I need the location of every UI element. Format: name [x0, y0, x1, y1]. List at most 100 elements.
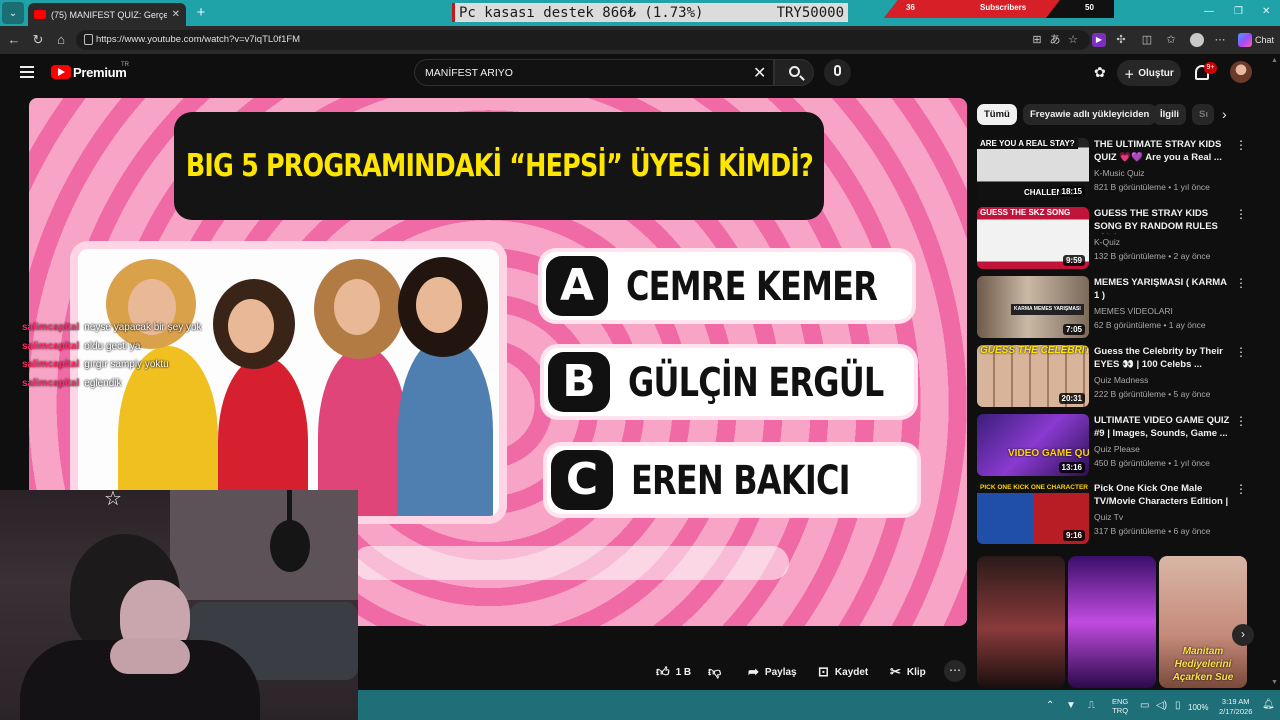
tray-usb-icon[interactable]: ⎍	[1088, 700, 1095, 711]
chat-username: salimcapital	[22, 359, 80, 370]
video-title[interactable]: Pick One Kick One Male TV/Movie Characte…	[1094, 482, 1232, 509]
recommended-video[interactable]: VIDEO GAME QUIZ 13:16 ULTIMATE VIDEO GAM…	[977, 414, 1247, 476]
video-title[interactable]: ULTIMATE VIDEO GAME QUIZ #9 | Images, So…	[1094, 414, 1232, 440]
channel-name[interactable]: K-Quiz	[1094, 237, 1120, 247]
save-button[interactable]: ⊡ Kaydet	[818, 661, 868, 683]
account-avatar[interactable]	[1230, 61, 1252, 83]
video-thumbnail[interactable]: GUESS THE CELEBRITY 20:31	[977, 345, 1089, 407]
channel-name[interactable]: MEMES VİDEOLARI	[1094, 306, 1173, 316]
recommended-video[interactable]: KARMA MEMES YARIŞMASI 7:05 MEMES YARIŞMA…	[977, 276, 1247, 338]
tab-close-icon[interactable]: ✕	[172, 9, 180, 20]
home-icon[interactable]: ⌂	[53, 32, 69, 48]
recommended-video[interactable]: GUESS THE CELEBRITY 20:31 Guess the Cele…	[977, 345, 1247, 407]
clear-search-icon[interactable]: ✕	[753, 63, 766, 83]
language-indicator[interactable]: ENG TRQ	[1112, 697, 1128, 715]
search-button[interactable]	[774, 59, 814, 86]
chat-message: salimcapital gırgır sampiy yoktu	[22, 359, 242, 378]
browser-menu-icon[interactable]: ⋯	[1213, 33, 1227, 47]
recommended-video[interactable]: PICK ONE KICK ONE CHARACTER 9:16 Pick On…	[977, 482, 1247, 544]
video-title[interactable]: GUESS THE STRAY KIDS SONG BY RANDOM RULE…	[1094, 207, 1232, 234]
voice-search-button[interactable]	[824, 59, 851, 86]
channel-name[interactable]: Quiz Tv	[1094, 512, 1123, 522]
recommended-video[interactable]: GUESS THE SKZ SONG 9:59 GUESS THE STRAY …	[977, 207, 1247, 269]
close-window-icon[interactable]: ✕	[1262, 6, 1270, 17]
video-thumbnail[interactable]: KARMA MEMES YARIŞMASI 7:05	[977, 276, 1089, 338]
video-thumbnail[interactable]: GUESS THE SKZ SONG 9:59	[977, 207, 1089, 269]
youtube-logo-icon[interactable]	[51, 65, 71, 79]
chip-all[interactable]: Tümü	[977, 104, 1017, 125]
chat-username: salimcapital	[22, 340, 80, 352]
video-title[interactable]: THE ULTIMATE STRAY KIDS QUIZ 💗💜 Are you …	[1094, 138, 1232, 164]
profile-icon[interactable]	[1190, 33, 1204, 47]
chevron-right-icon[interactable]: ›	[1222, 106, 1227, 122]
video-thumbnail[interactable]: ARE YOU A REAL STAY? CHALLENGE 18:15	[977, 138, 1089, 200]
app-install-icon[interactable]: ⊞	[1030, 33, 1044, 47]
shorts-next-icon[interactable]: ›	[1232, 624, 1254, 646]
create-button[interactable]: ＋ Oluştur	[1117, 60, 1181, 86]
favorite-star-icon[interactable]: ☆	[1066, 33, 1080, 47]
video-menu-icon[interactable]: ⋮	[1235, 276, 1247, 290]
video-duration: 13:16	[1058, 462, 1085, 473]
video-title[interactable]: MEMES YARIŞMASI ( KARMA 1 )	[1094, 276, 1232, 302]
translate-icon[interactable]: あ	[1048, 33, 1062, 47]
video-menu-icon[interactable]: ⋮	[1235, 414, 1247, 428]
thumbs-up-icon: 👍︎	[656, 664, 670, 679]
tray-notification-icon[interactable]: 🔔︎	[1262, 699, 1275, 710]
tray-app-icon[interactable]: ▼	[1066, 700, 1076, 711]
extension-icon[interactable]: ▶	[1092, 33, 1106, 47]
recommended-video[interactable]: ARE YOU A REAL STAY? CHALLENGE 18:15 THE…	[977, 138, 1247, 200]
url-field[interactable]: https://www.youtube.com/watch?v=v7iqTL0f…	[76, 30, 1090, 50]
minimize-icon[interactable]: —	[1204, 6, 1214, 17]
video-meta: 62 B görüntüleme • 1 ay önce	[1094, 320, 1206, 330]
youtube-brand[interactable]: Premium	[73, 65, 127, 80]
tab-actions-menu-icon[interactable]: ⌄	[2, 2, 24, 24]
scroll-up-arrow-icon[interactable]: ▲	[1271, 57, 1278, 64]
answer-option-b: B GÜLÇİN ERGÜL	[540, 344, 918, 420]
clip-button[interactable]: ✂ Klip	[890, 661, 926, 683]
back-icon[interactable]: ←	[6, 32, 22, 48]
video-menu-icon[interactable]: ⋮	[1235, 207, 1247, 221]
more-actions-icon[interactable]: ⋯	[944, 660, 966, 682]
chip-from-uploader[interactable]: Freyawie adlı yükleyiciden	[1023, 104, 1157, 125]
favorites-icon[interactable]: ✩	[1164, 33, 1178, 47]
channel-name[interactable]: K-Music Quiz	[1094, 168, 1145, 178]
short-thumbnail[interactable]	[977, 556, 1065, 688]
language-top: ENG	[1112, 697, 1129, 706]
channel-name[interactable]: Quiz Please	[1094, 444, 1140, 454]
new-tab-button[interactable]: +	[192, 4, 210, 21]
share-button[interactable]: ➦ Paylaş	[748, 661, 797, 683]
scroll-down-arrow-icon[interactable]: ▼	[1271, 679, 1278, 686]
menu-icon[interactable]	[20, 66, 34, 78]
copilot-chat-button[interactable]: Chat	[1238, 32, 1274, 48]
clock-time: 3:19 AM	[1221, 697, 1250, 706]
split-screen-icon[interactable]: ◫	[1140, 33, 1154, 47]
chip-related[interactable]: İlgili	[1153, 104, 1186, 125]
browser-tab-youtube[interactable]: (75) MANIFEST QUIZ: Gerçek Bir M ✕	[28, 3, 186, 26]
system-clock[interactable]: 3:19 AM 2/17/2026	[1219, 697, 1252, 717]
sparkle-star-icon: ☆	[104, 490, 122, 510]
video-menu-icon[interactable]: ⋮	[1235, 345, 1247, 359]
restore-icon[interactable]: ❐	[1234, 6, 1243, 17]
search-input[interactable]: MANİFEST ARIYO ✕	[414, 59, 774, 86]
share-arrow-icon: ➦	[748, 664, 759, 679]
dislike-button[interactable]: 👎︎	[708, 661, 721, 683]
tray-volume-icon[interactable]: ◁)	[1156, 700, 1167, 711]
shorts-shelf: Manitam Hediyelerini Açarken Sue	[977, 556, 1247, 688]
tray-chevron-up-icon[interactable]: ⌃	[1046, 700, 1054, 711]
video-thumbnail[interactable]: VIDEO GAME QUIZ 13:16	[977, 414, 1089, 476]
subscriber-goal-label: Subscribers	[980, 3, 1027, 12]
video-thumbnail[interactable]: PICK ONE KICK ONE CHARACTER 9:16	[977, 482, 1089, 544]
chip-more[interactable]: Sı	[1192, 104, 1214, 125]
extensions-puzzle-icon[interactable]: ✣	[1114, 33, 1128, 47]
channel-name[interactable]: Quiz Madness	[1094, 375, 1148, 385]
video-menu-icon[interactable]: ⋮	[1235, 482, 1247, 496]
reload-icon[interactable]: ↻	[30, 32, 46, 48]
short-thumbnail[interactable]: Manitam Hediyelerini Açarken Sue	[1159, 556, 1247, 688]
tray-network-icon[interactable]: ▭	[1140, 700, 1149, 711]
video-title[interactable]: Guess the Celebrity by Their EYES 👀 | 10…	[1094, 345, 1232, 371]
short-thumbnail[interactable]	[1068, 556, 1156, 688]
video-menu-icon[interactable]: ⋮	[1235, 138, 1247, 152]
extension-gear-icon[interactable]: ✿	[1094, 64, 1106, 81]
like-button[interactable]: 👍︎ 1 B	[656, 661, 691, 683]
tray-battery-icon[interactable]: ▯	[1175, 700, 1181, 711]
